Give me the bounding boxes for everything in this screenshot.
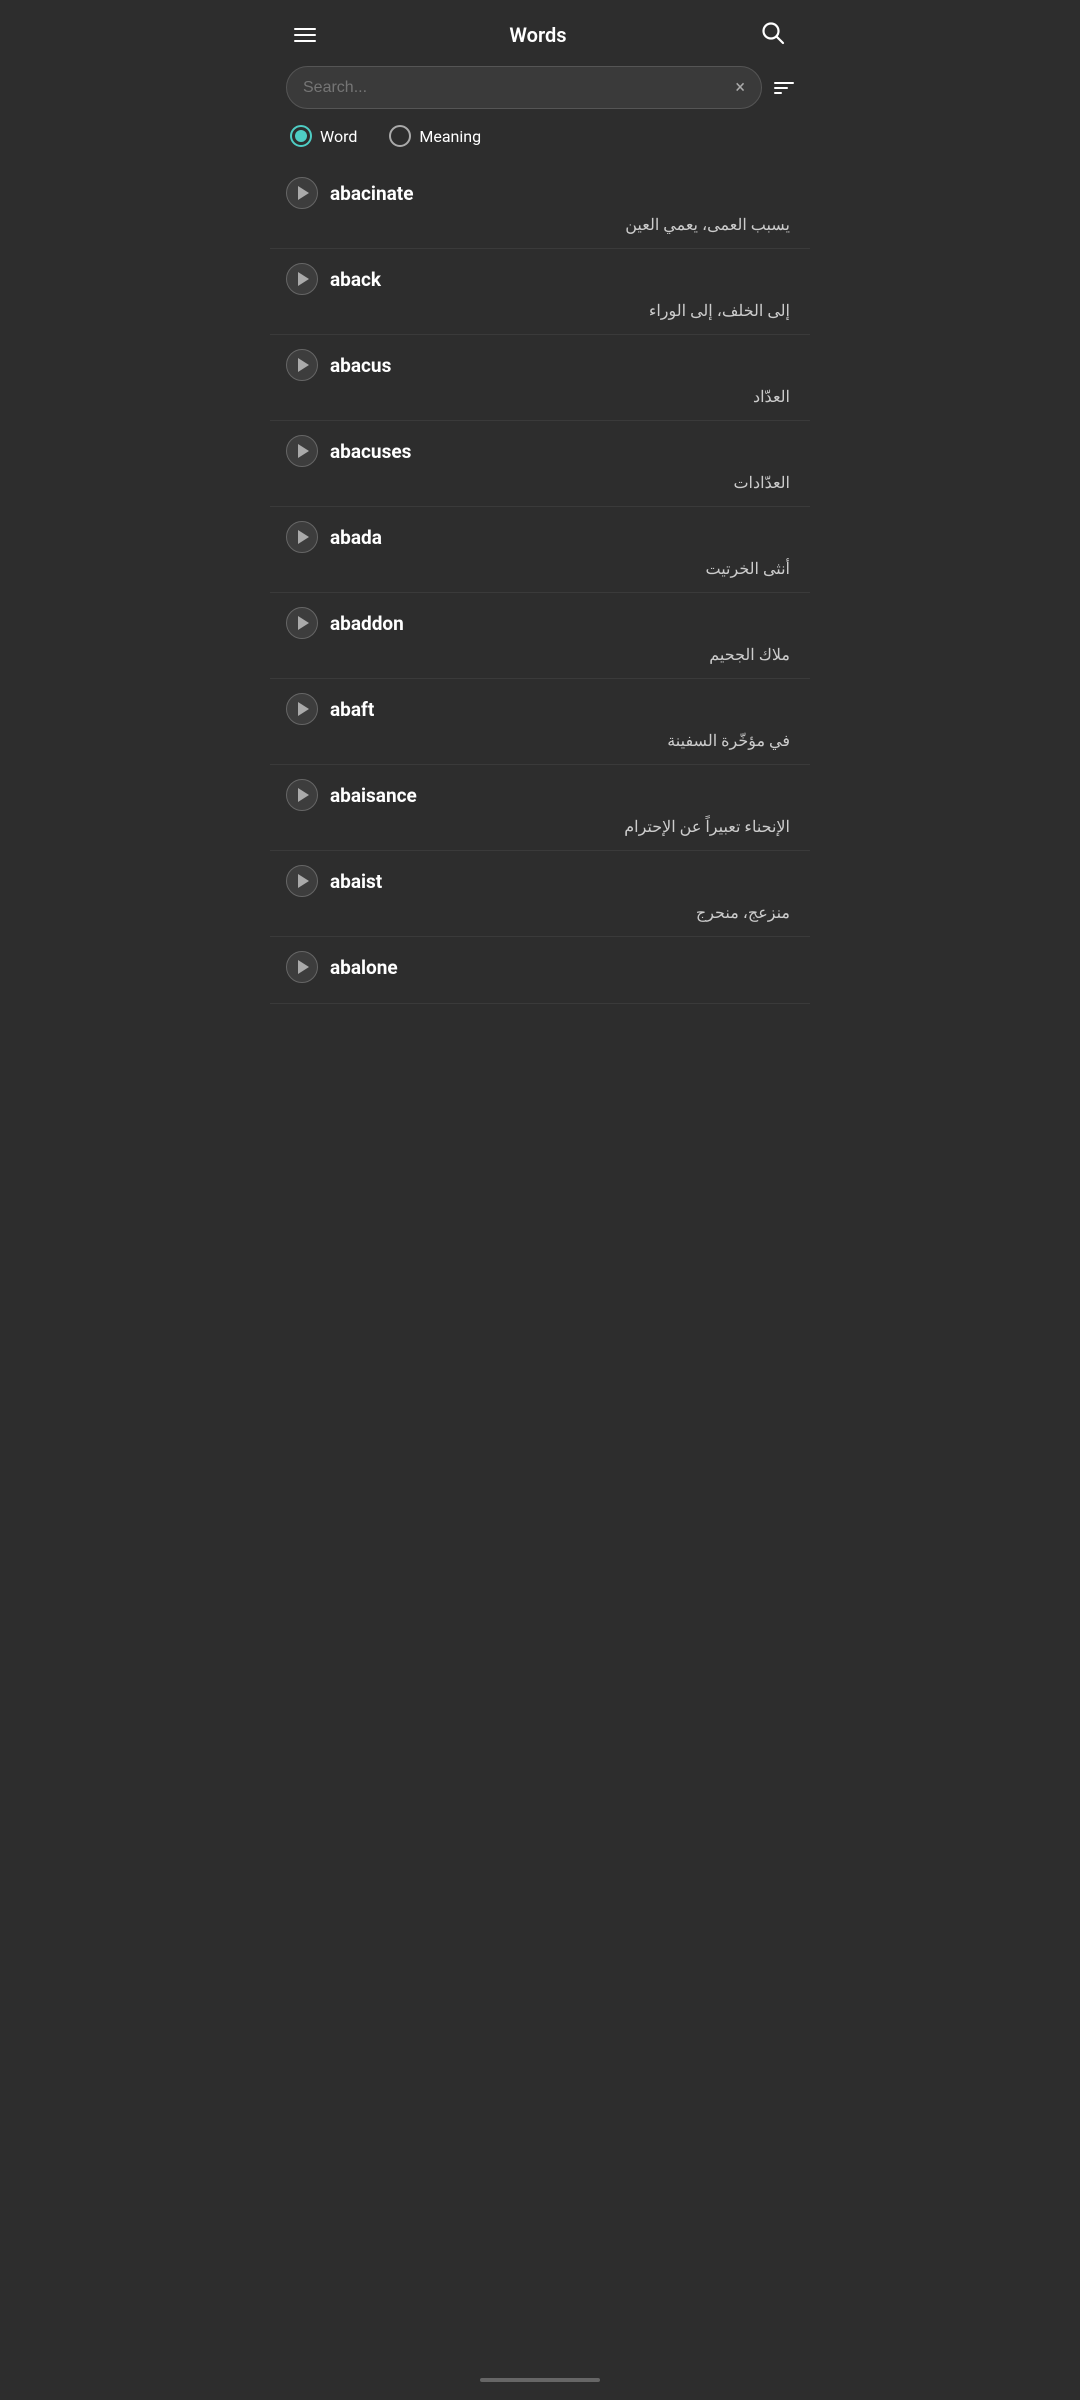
play-button[interactable] [286, 607, 318, 639]
list-item: abaddon ملاك الجحيم [270, 593, 810, 679]
radio-meaning-label: Meaning [419, 127, 481, 146]
word-row: abaist [286, 865, 794, 897]
word-row: abacuses [286, 435, 794, 467]
word-row: abaddon [286, 607, 794, 639]
play-icon [298, 272, 309, 286]
word-row: abaisance [286, 779, 794, 811]
search-input[interactable] [303, 79, 727, 97]
play-button[interactable] [286, 865, 318, 897]
play-button[interactable] [286, 951, 318, 983]
bottom-bar [270, 2368, 810, 2400]
word-meaning: الإنحناء تعبيراً عن الإحترام [286, 817, 794, 836]
play-icon [298, 702, 309, 716]
word-meaning: منزعج، منحرج [286, 903, 794, 922]
word-text: abaddon [330, 612, 404, 635]
list-item: abaist منزعج، منحرج [270, 851, 810, 937]
word-list: abacinate يسبب العمى، يعمي العين aback إلى … [270, 163, 810, 1004]
word-meaning: ملاك الجحيم [286, 645, 794, 664]
radio-row: Word Meaning [270, 121, 810, 163]
home-indicator [480, 2378, 600, 2382]
play-icon [298, 530, 309, 544]
word-text: abacus [330, 354, 391, 377]
list-item: abaisance الإنحناء تعبيراً عن الإحترام [270, 765, 810, 851]
header: Words [270, 0, 810, 66]
word-row: abacinate [286, 177, 794, 209]
play-button[interactable] [286, 693, 318, 725]
play-icon [298, 444, 309, 458]
play-icon [298, 186, 309, 200]
filter-icon[interactable] [774, 82, 794, 94]
word-text: abaisance [330, 784, 417, 807]
search-row: × [270, 66, 810, 121]
play-button[interactable] [286, 177, 318, 209]
word-text: abaft [330, 698, 374, 721]
word-row: abaft [286, 693, 794, 725]
search-icon[interactable] [760, 20, 786, 50]
clear-icon[interactable]: × [735, 77, 745, 98]
radio-meaning-circle [389, 125, 411, 147]
word-text: abada [330, 526, 382, 549]
radio-word-inner [295, 130, 307, 142]
play-button[interactable] [286, 779, 318, 811]
play-icon [298, 616, 309, 630]
word-text: aback [330, 268, 381, 291]
play-button[interactable] [286, 521, 318, 553]
play-button[interactable] [286, 349, 318, 381]
word-text: abacuses [330, 440, 411, 463]
menu-icon[interactable] [294, 28, 316, 42]
list-item: aback إلى الخلف، إلى الوراء [270, 249, 810, 335]
search-box[interactable]: × [286, 66, 762, 109]
list-item: abaft في مؤخّرة السفينة [270, 679, 810, 765]
play-button[interactable] [286, 435, 318, 467]
radio-word[interactable]: Word [290, 125, 357, 147]
word-row: abada [286, 521, 794, 553]
play-icon [298, 874, 309, 888]
play-button[interactable] [286, 263, 318, 295]
word-meaning: يسبب العمى، يعمي العين [286, 215, 794, 234]
word-meaning: في مؤخّرة السفينة [286, 731, 794, 750]
word-row: aback [286, 263, 794, 295]
word-text: abaist [330, 870, 382, 893]
page-title: Words [509, 23, 566, 47]
list-item: abalone [270, 937, 810, 1004]
word-meaning: أنثى الخرتيت [286, 559, 794, 578]
list-item: abacuses العدّادات [270, 421, 810, 507]
play-icon [298, 788, 309, 802]
word-meaning: العدّادات [286, 473, 794, 492]
list-item: abacus العدّاد [270, 335, 810, 421]
radio-word-label: Word [320, 127, 357, 146]
list-item: abacinate يسبب العمى، يعمي العين [270, 163, 810, 249]
radio-meaning[interactable]: Meaning [389, 125, 481, 147]
play-icon [298, 358, 309, 372]
list-item: abada أنثى الخرتيت [270, 507, 810, 593]
play-icon [298, 960, 309, 974]
radio-word-circle [290, 125, 312, 147]
word-meaning: إلى الخلف، إلى الوراء [286, 301, 794, 320]
word-text: abacinate [330, 182, 413, 205]
word-row: abalone [286, 951, 794, 983]
word-meaning: العدّاد [286, 387, 794, 406]
word-row: abacus [286, 349, 794, 381]
word-text: abalone [330, 956, 398, 979]
